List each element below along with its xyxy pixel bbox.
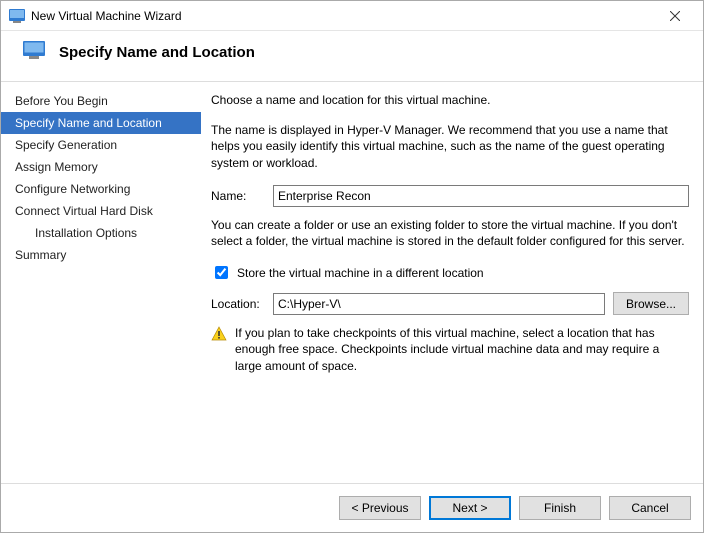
wizard-footer: < Previous Next > Finish Cancel <box>1 483 703 532</box>
step-configure-networking[interactable]: Configure Networking <box>1 178 201 200</box>
location-row: Location: Browse... <box>211 292 689 315</box>
name-help-text: The name is displayed in Hyper-V Manager… <box>211 122 689 171</box>
previous-button[interactable]: < Previous <box>339 496 421 520</box>
next-button[interactable]: Next > <box>429 496 511 520</box>
finish-button[interactable]: Finish <box>519 496 601 520</box>
page-title: Specify Name and Location <box>59 44 255 61</box>
store-checkbox-row: Store the virtual machine in a different… <box>211 263 689 282</box>
step-specify-generation[interactable]: Specify Generation <box>1 134 201 156</box>
wizard-window: New Virtual Machine Wizard Specify Name … <box>0 0 704 533</box>
window-title: New Virtual Machine Wizard <box>31 9 655 23</box>
store-checkbox-label: Store the virtual machine in a different… <box>237 265 484 281</box>
wizard-header: Specify Name and Location <box>1 31 703 82</box>
step-before-you-begin[interactable]: Before You Begin <box>1 90 201 112</box>
wizard-steps-sidebar: Before You Begin Specify Name and Locati… <box>1 82 201 483</box>
wizard-body: Before You Begin Specify Name and Locati… <box>1 82 703 483</box>
app-icon <box>9 8 25 24</box>
warning-text: If you plan to take checkpoints of this … <box>235 325 689 374</box>
browse-button[interactable]: Browse... <box>613 292 689 315</box>
wizard-content: Choose a name and location for this virt… <box>201 82 703 483</box>
name-label: Name: <box>211 188 265 204</box>
warning-row: If you plan to take checkpoints of this … <box>211 325 689 374</box>
vm-icon <box>23 41 45 63</box>
location-label: Location: <box>211 296 265 312</box>
warning-icon <box>211 326 227 342</box>
store-different-location-checkbox[interactable] <box>215 266 228 279</box>
location-field[interactable] <box>273 293 605 315</box>
step-installation-options[interactable]: Installation Options <box>1 222 201 244</box>
intro-text: Choose a name and location for this virt… <box>211 92 689 108</box>
close-button[interactable] <box>655 5 695 27</box>
step-assign-memory[interactable]: Assign Memory <box>1 156 201 178</box>
name-row: Name: <box>211 185 689 207</box>
folder-help-text: You can create a folder or use an existi… <box>211 217 689 249</box>
step-specify-name-location[interactable]: Specify Name and Location <box>1 112 201 134</box>
step-summary[interactable]: Summary <box>1 244 201 266</box>
titlebar: New Virtual Machine Wizard <box>1 1 703 31</box>
name-field[interactable] <box>273 185 689 207</box>
cancel-button[interactable]: Cancel <box>609 496 691 520</box>
step-connect-vhd[interactable]: Connect Virtual Hard Disk <box>1 200 201 222</box>
